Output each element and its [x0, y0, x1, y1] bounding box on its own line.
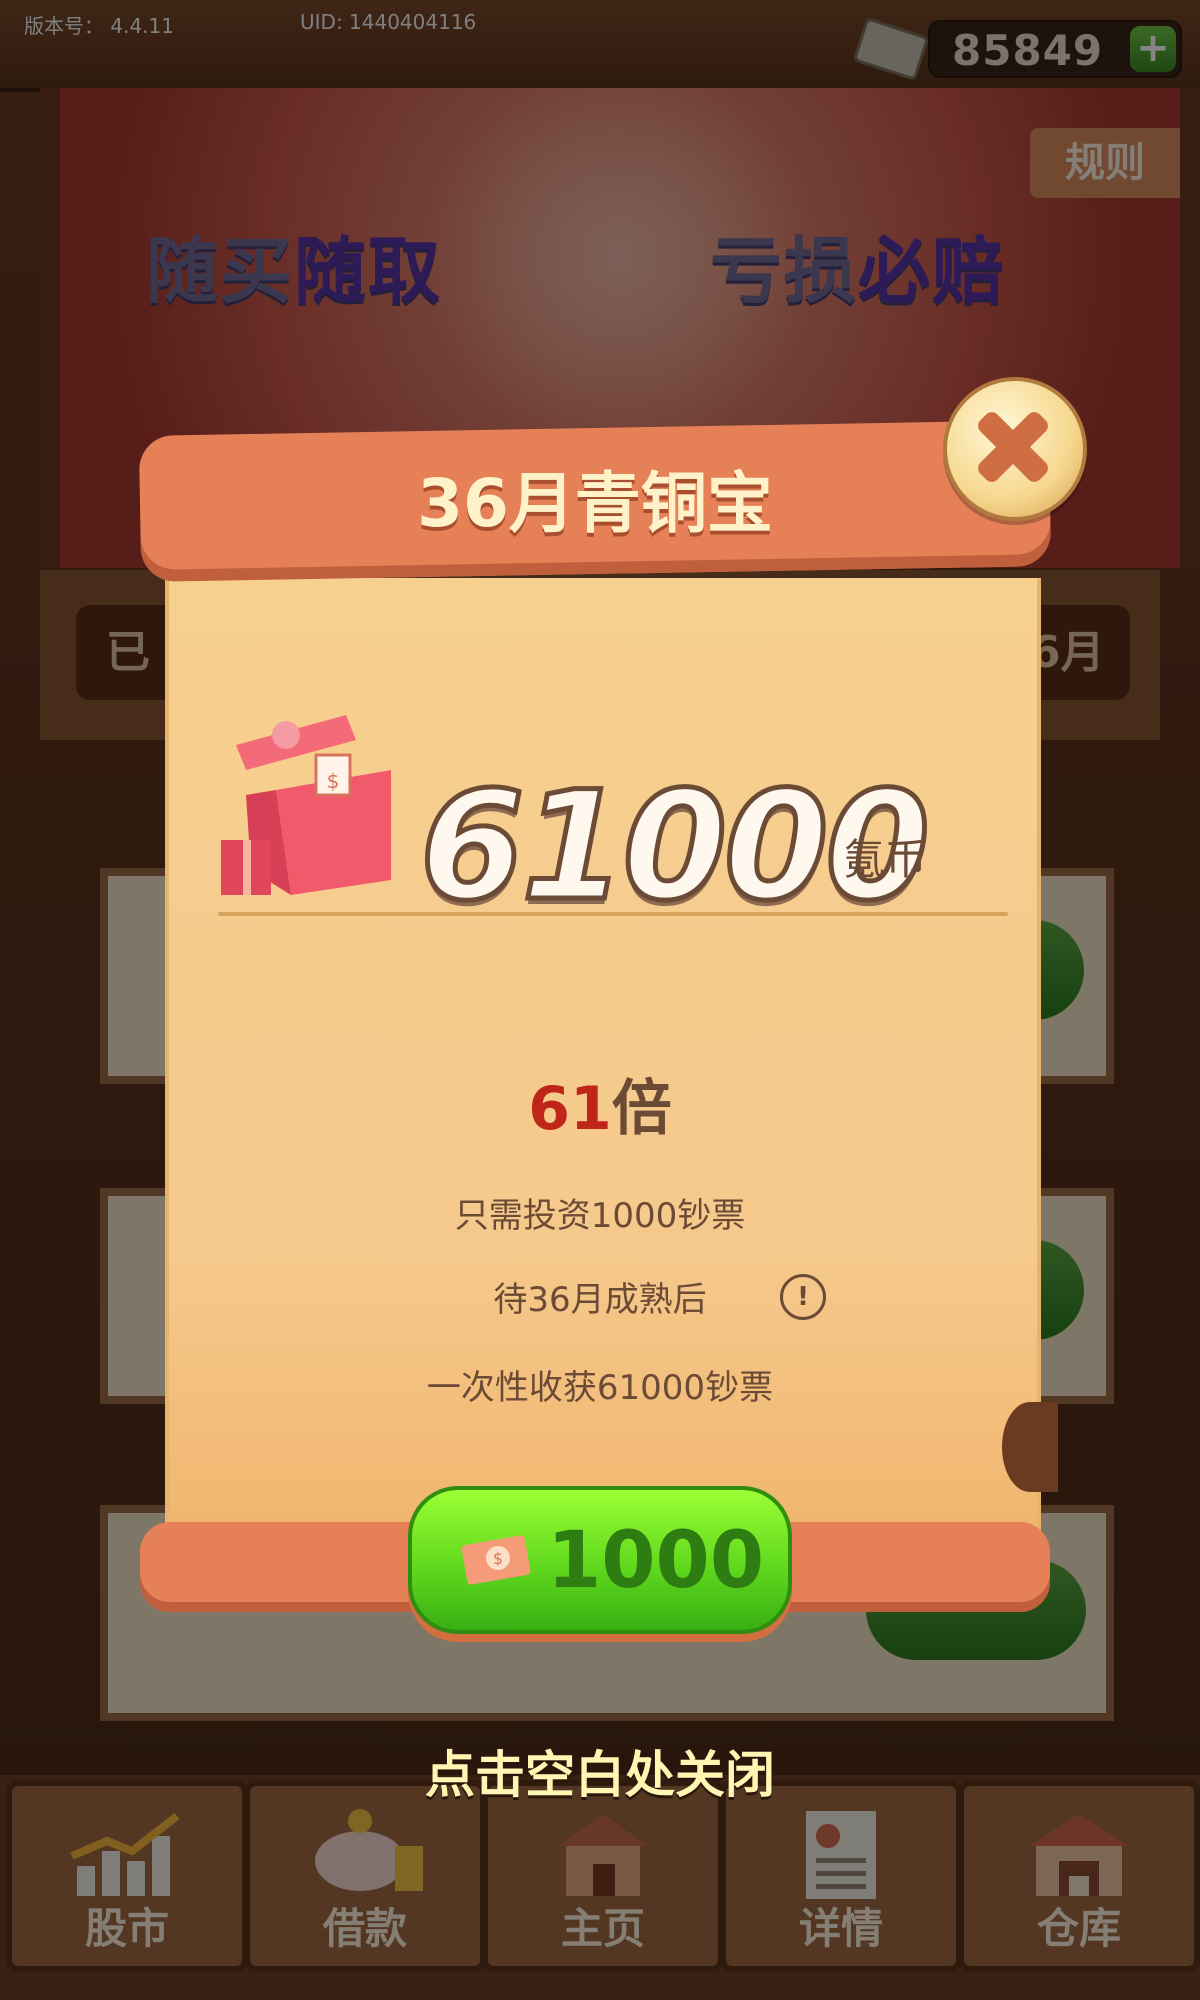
multiplier-suffix: 倍 — [611, 1074, 672, 1144]
modal-title: 36月青铜宝 — [417, 465, 773, 542]
tap-to-close-hint[interactable]: 点击空白处关闭 — [0, 1735, 1200, 1807]
paper-notch — [1002, 1402, 1058, 1492]
maturity-description: 待36月成熟后 — [493, 1280, 707, 1320]
svg-text:$: $ — [493, 1549, 503, 1568]
cash-icon: $ — [461, 1535, 531, 1585]
info-icon[interactable]: ! — [780, 1274, 826, 1320]
gift-box-icon: $ — [221, 715, 391, 895]
close-icon — [978, 412, 1048, 482]
buy-price: 1000 — [547, 1516, 765, 1606]
return-description: 一次性收获61000钞票 — [426, 1368, 774, 1408]
reward-unit: 氪币 — [843, 835, 928, 884]
divider — [218, 912, 1008, 916]
close-button[interactable] — [943, 377, 1087, 521]
invest-description: 只需投资1000钞票 — [454, 1196, 746, 1236]
buy-button[interactable]: $ 1000 — [408, 1486, 792, 1634]
multiplier-text: 61倍 — [0, 1060, 1200, 1147]
svg-text:$: $ — [327, 769, 340, 793]
multiplier-number: 61 — [528, 1074, 612, 1144]
